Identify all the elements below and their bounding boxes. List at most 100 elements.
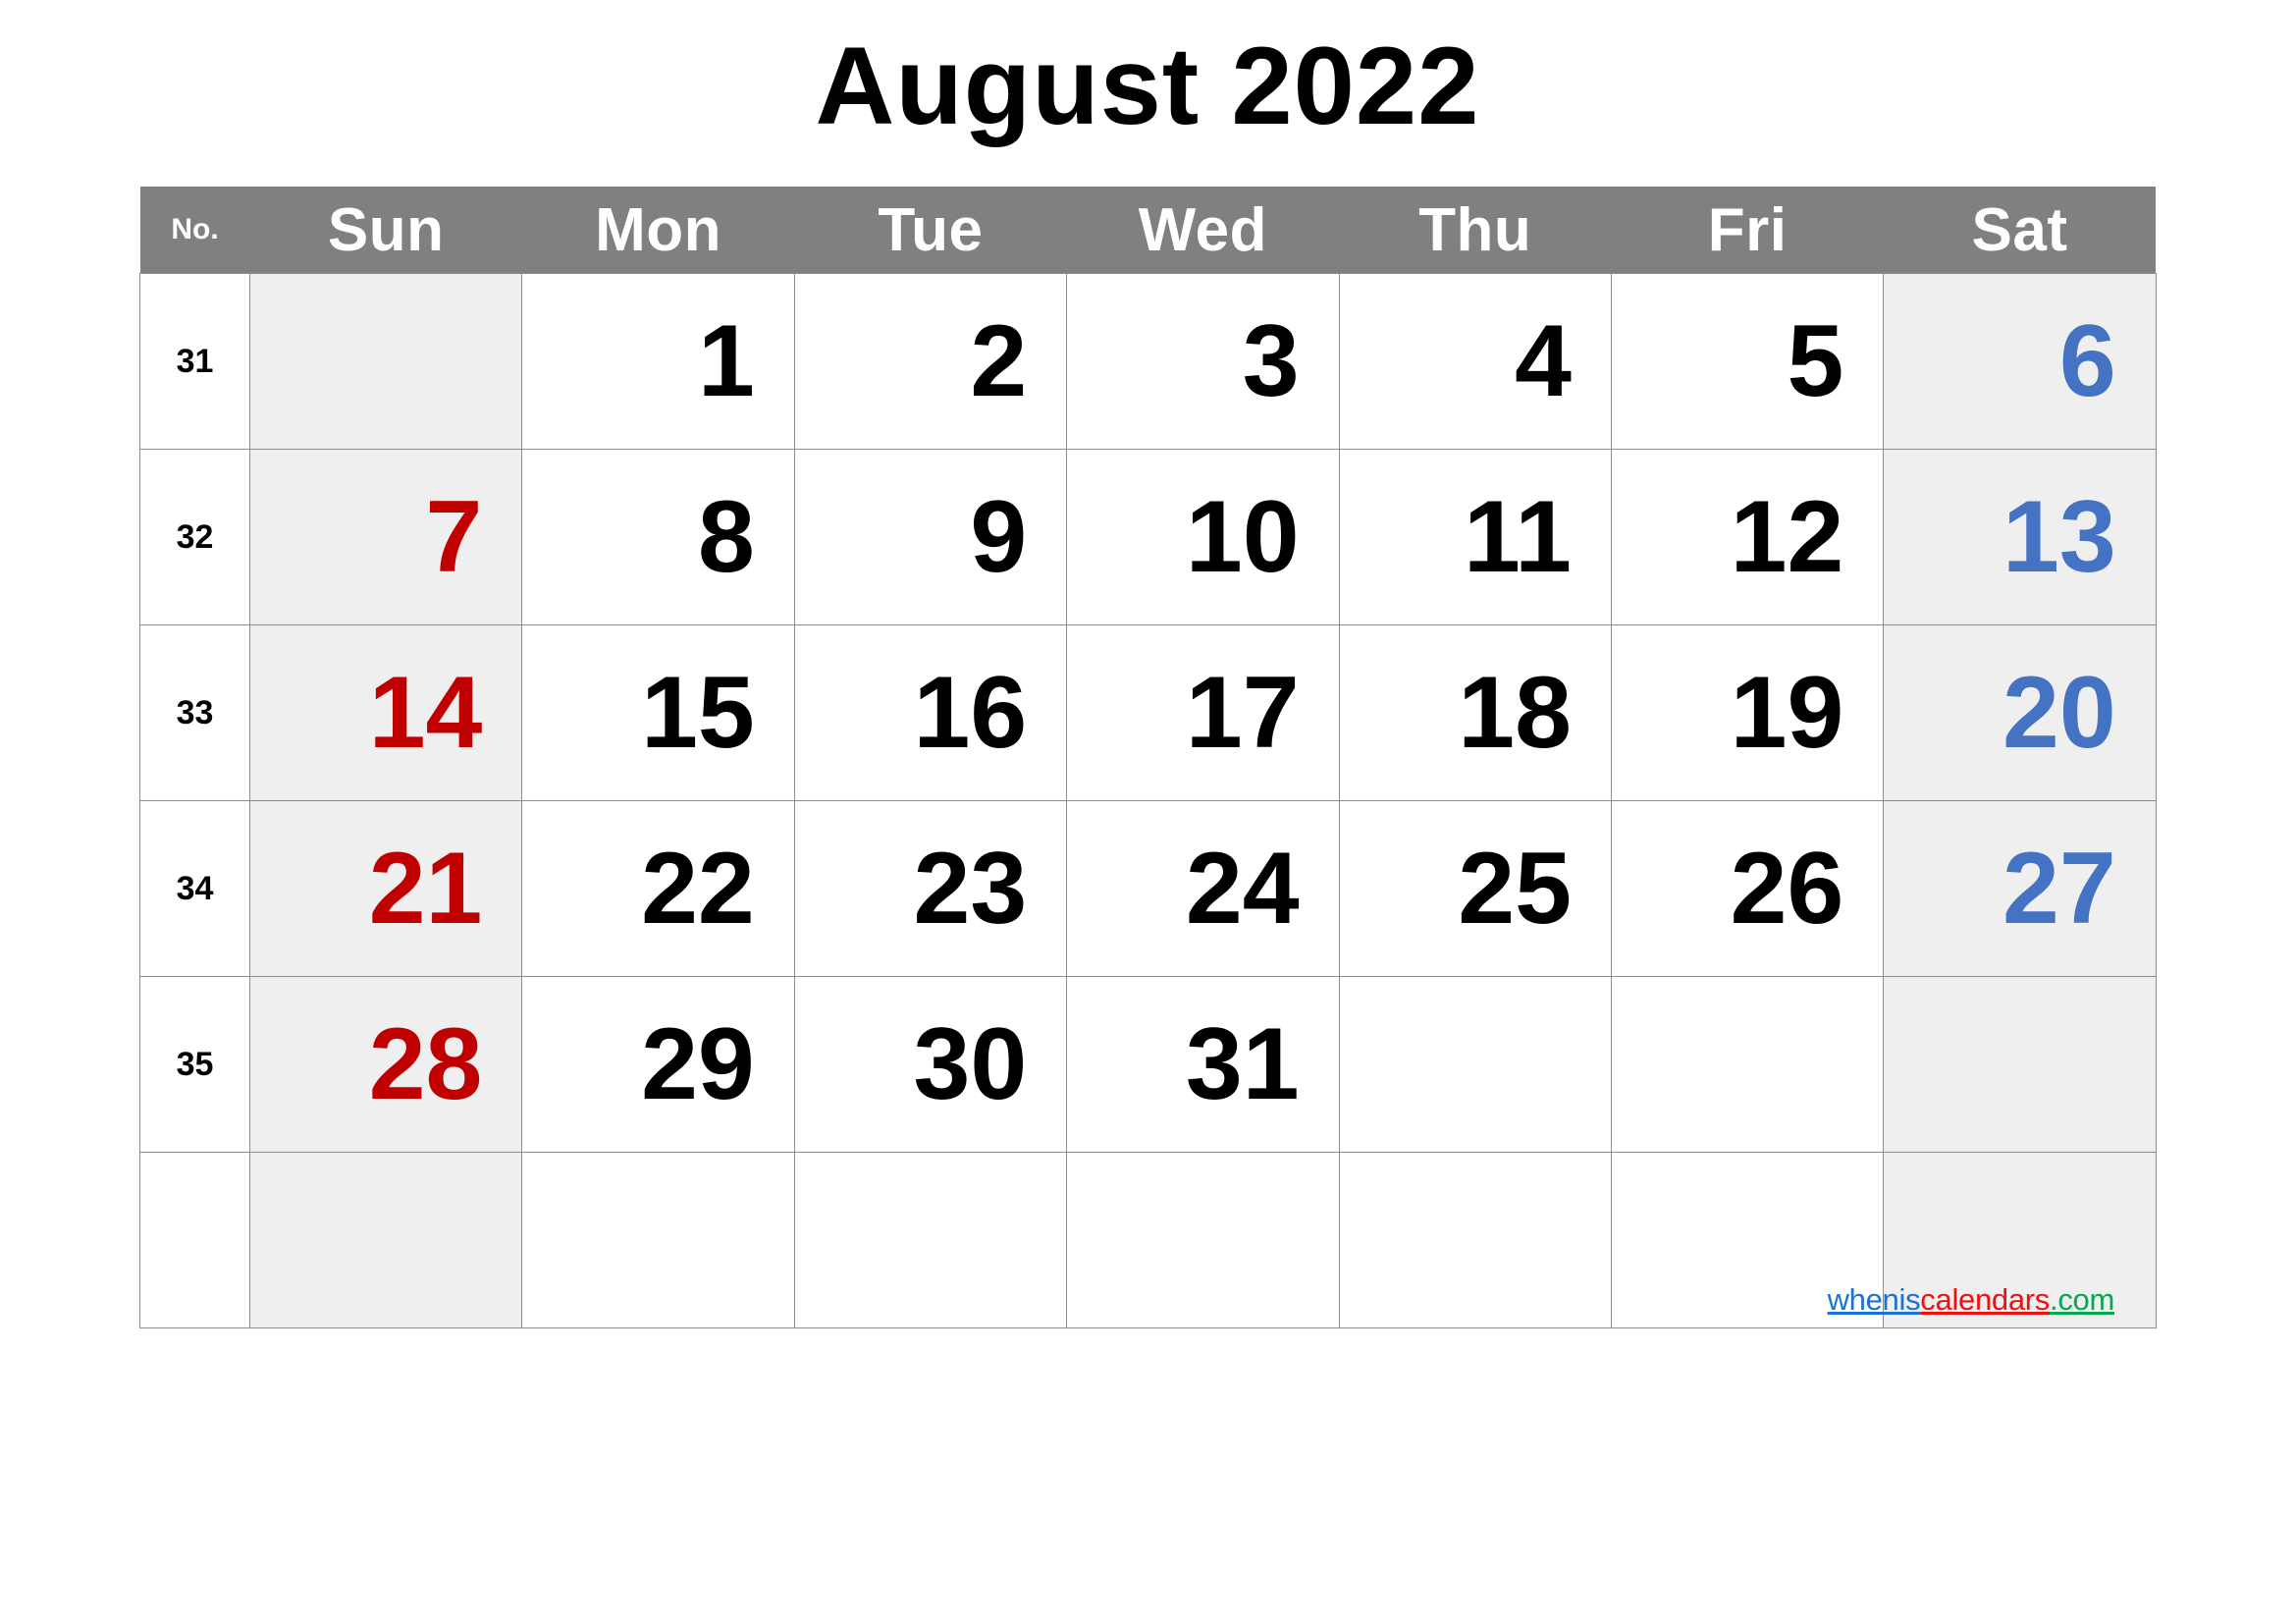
day-cell-thu[interactable]: 4 [1338,273,1612,450]
calendar-week-row: 31 1 2 3 4 5 6 [139,273,2157,450]
calendar-week-row: 33 14 15 16 17 18 19 20 [139,624,2157,801]
day-cell-sat[interactable]: 27 [1883,800,2157,977]
calendar-page: August 2022 No. Sun Mon Tue Wed Thu Fri … [0,0,2296,1624]
day-number: 11 [1464,480,1572,594]
day-cell-thu[interactable] [1338,1152,1612,1328]
day-number: 19 [1730,656,1844,770]
day-number: 2 [970,304,1028,418]
day-cell-thu[interactable]: 25 [1338,800,1612,977]
day-number: 1 [697,304,755,418]
day-cell-tue[interactable]: 2 [793,273,1068,450]
day-number: 30 [913,1007,1028,1121]
day-cell-fri[interactable]: 5 [1610,273,1885,450]
day-number: 29 [641,1007,755,1121]
day-cell-sun[interactable]: 28 [248,976,523,1153]
day-number: 18 [1458,656,1572,770]
day-cell-sun[interactable] [248,1152,523,1328]
day-header-sat: Sat [1883,187,2157,274]
week-number-cell: 35 [139,976,250,1153]
day-number: 14 [368,656,483,770]
week-number-cell: 32 [139,449,250,625]
day-number: 31 [1185,1007,1300,1121]
site-watermark: wheniscalendars.com [1827,1282,2115,1317]
day-header-thu: Thu [1339,187,1612,274]
day-number: 8 [697,480,755,594]
day-header-tue: Tue [794,187,1067,274]
day-header-fri: Fri [1611,187,1884,274]
day-cell-thu[interactable]: 11 [1338,449,1612,625]
day-cell-wed[interactable] [1066,1152,1340,1328]
calendar-body: 31 1 2 3 4 5 6 32 7 8 9 10 11 12 13 33 14 15 16 17 18 19 20 34 2… [139,273,2157,1328]
day-header-wed: Wed [1066,187,1340,274]
calendar-table: No. Sun Mon Tue Wed Thu Fri Sat 31 1 2 3 4 5 6… [139,187,2157,1328]
day-number: 5 [1787,304,1844,418]
day-cell-thu[interactable]: 18 [1338,624,1612,801]
watermark-part-1: whenis [1827,1282,1921,1317]
day-number: 4 [1515,304,1572,418]
day-number: 15 [641,656,755,770]
week-number-cell: 33 [139,624,250,801]
day-number: 20 [2002,656,2116,770]
week-number-cell: 31 [139,273,250,450]
page-title: August 2022 [815,25,1480,147]
day-cell-thu[interactable] [1338,976,1612,1153]
day-cell-sat[interactable] [1883,976,2157,1153]
day-cell-wed[interactable]: 24 [1066,800,1340,977]
day-cell-sun[interactable]: 7 [248,449,523,625]
day-number: 6 [2058,304,2116,418]
day-number: 21 [368,832,483,946]
day-cell-mon[interactable]: 8 [521,449,795,625]
day-number: 22 [641,832,755,946]
day-cell-fri[interactable]: 19 [1610,624,1885,801]
day-cell-fri[interactable]: 26 [1610,800,1885,977]
day-number: 27 [2002,832,2116,946]
day-cell-mon[interactable] [521,1152,795,1328]
day-cell-wed[interactable]: 17 [1066,624,1340,801]
week-number-cell: 34 [139,800,250,977]
day-cell-sun[interactable]: 21 [248,800,523,977]
calendar-header: No. Sun Mon Tue Wed Thu Fri Sat [139,187,2157,274]
day-number: 9 [970,480,1028,594]
day-cell-mon[interactable]: 22 [521,800,795,977]
day-number: 26 [1730,832,1844,946]
day-cell-mon[interactable]: 1 [521,273,795,450]
day-cell-tue[interactable]: 23 [793,800,1068,977]
day-number: 16 [913,656,1028,770]
watermark-part-3: .com [2050,1282,2114,1317]
day-cell-tue[interactable]: 9 [793,449,1068,625]
day-header-sun: Sun [249,187,522,274]
day-cell-fri[interactable]: 12 [1610,449,1885,625]
day-number: 7 [425,480,483,594]
day-cell-fri[interactable] [1610,976,1885,1153]
day-number: 12 [1730,480,1844,594]
day-cell-sun[interactable] [248,273,523,450]
day-cell-wed[interactable]: 3 [1066,273,1340,450]
day-cell-sat[interactable]: 6 [1883,273,2157,450]
day-number: 17 [1185,656,1300,770]
watermark-part-2: calendars [1920,1282,2051,1317]
day-number: 13 [2002,480,2116,594]
day-number: 23 [913,832,1028,946]
day-cell-tue[interactable]: 30 [793,976,1068,1153]
day-cell-wed[interactable]: 10 [1066,449,1340,625]
calendar-week-row: 35 28 29 30 31 [139,976,2157,1153]
day-cell-mon[interactable]: 29 [521,976,795,1153]
week-number-column-header: No. [139,187,250,274]
day-of-week-row: No. Sun Mon Tue Wed Thu Fri Sat [139,187,2157,274]
day-cell-sat[interactable]: 13 [1883,449,2157,625]
day-cell-wed[interactable]: 31 [1066,976,1340,1153]
day-cell-tue[interactable]: 16 [793,624,1068,801]
day-number: 28 [368,1007,483,1121]
day-number: 25 [1458,832,1572,946]
day-number: 24 [1185,832,1300,946]
day-number: 3 [1242,304,1300,418]
day-header-mon: Mon [521,187,795,274]
calendar-week-row: 34 21 22 23 24 25 26 27 [139,800,2157,977]
day-cell-tue[interactable] [793,1152,1068,1328]
day-cell-sat[interactable]: 20 [1883,624,2157,801]
day-number: 10 [1185,480,1300,594]
day-cell-mon[interactable]: 15 [521,624,795,801]
calendar-week-row: 32 7 8 9 10 11 12 13 [139,449,2157,625]
calendar-table-wrapper: No. Sun Mon Tue Wed Thu Fri Sat 31 1 2 3 4 5 6… [139,187,2157,1328]
day-cell-sun[interactable]: 14 [248,624,523,801]
